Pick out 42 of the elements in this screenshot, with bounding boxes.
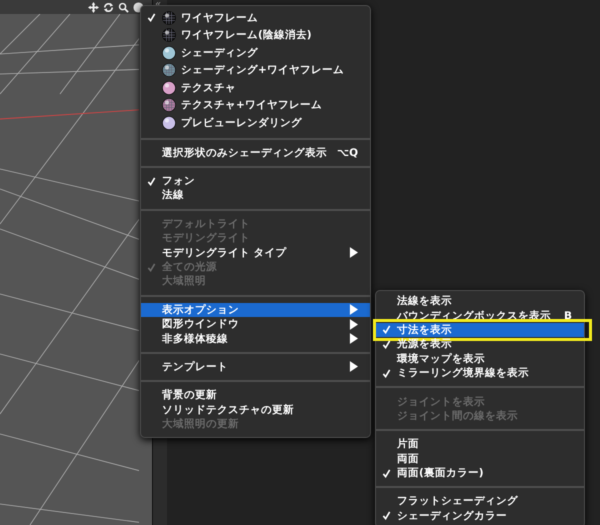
menu-item[interactable]: フォン	[141, 174, 370, 188]
menu-item[interactable]: プレビューレンダリング	[141, 114, 370, 132]
sphere-icon	[162, 28, 176, 42]
menu-item[interactable]: 背景の更新	[141, 388, 370, 403]
sphere-icon	[162, 80, 176, 95]
menu-item[interactable]: 片面	[376, 437, 584, 452]
menu-item[interactable]: 法線	[141, 188, 370, 203]
menu-item[interactable]: 選択形状のみシェーディング表示 ⌥Q	[141, 146, 370, 160]
menu-item[interactable]: 法線を表示	[376, 294, 584, 308]
sphere-icon	[162, 10, 176, 25]
menu-item[interactable]: ワイヤフレーム	[141, 9, 370, 26]
menu-item[interactable]: テクスチャ+ワイヤフレーム	[141, 96, 370, 114]
menu-item[interactable]: ソリッドテクスチャの更新	[141, 402, 370, 417]
menu-item[interactable]: シェーディング	[141, 44, 370, 62]
rotate-icon[interactable]	[103, 2, 114, 12]
menu-item[interactable]: シェーディングカラー	[376, 508, 584, 524]
menu-item[interactable]: テンプレート	[141, 360, 370, 374]
menu-item[interactable]: ミラーリング境界線を表示	[376, 366, 584, 380]
menu-item[interactable]: 両面	[376, 452, 584, 466]
menu-item[interactable]: モデリングライト タイプ	[141, 245, 370, 260]
sphere-icon	[162, 116, 176, 130]
menu-item[interactable]: シェーディング+ワイヤフレーム	[141, 62, 370, 79]
menu-item[interactable]: 両面(裏面カラー)	[376, 466, 584, 480]
menu-item[interactable]: ワイヤフレーム(陰線消去)	[141, 26, 370, 44]
menu-item[interactable]: 環境マップを表示	[376, 352, 584, 366]
move-icon[interactable]	[88, 2, 99, 12]
submenu-arrow-icon	[349, 247, 358, 258]
sphere-icon	[162, 63, 176, 78]
submenu-arrow-icon	[349, 304, 358, 316]
submenu-arrow-icon	[349, 361, 358, 372]
sphere-icon	[162, 46, 176, 60]
menu-item[interactable]: 非多様体稜線	[141, 331, 370, 346]
sphere-icon	[162, 98, 176, 112]
menu-item[interactable]: 表示オプション	[141, 302, 370, 318]
menu-item[interactable]: フラットシェーディング	[376, 494, 584, 509]
submenu-arrow-icon	[349, 318, 358, 330]
menu-item[interactable]: 寸法を表示	[376, 322, 584, 338]
search-icon[interactable]	[118, 2, 129, 12]
menu-item[interactable]: 光源を表示	[376, 337, 584, 352]
menu-item[interactable]: 図形ウインドウ	[141, 317, 370, 332]
menu-item[interactable]: テクスチャ	[141, 79, 370, 96]
submenu-arrow-icon	[349, 333, 358, 344]
